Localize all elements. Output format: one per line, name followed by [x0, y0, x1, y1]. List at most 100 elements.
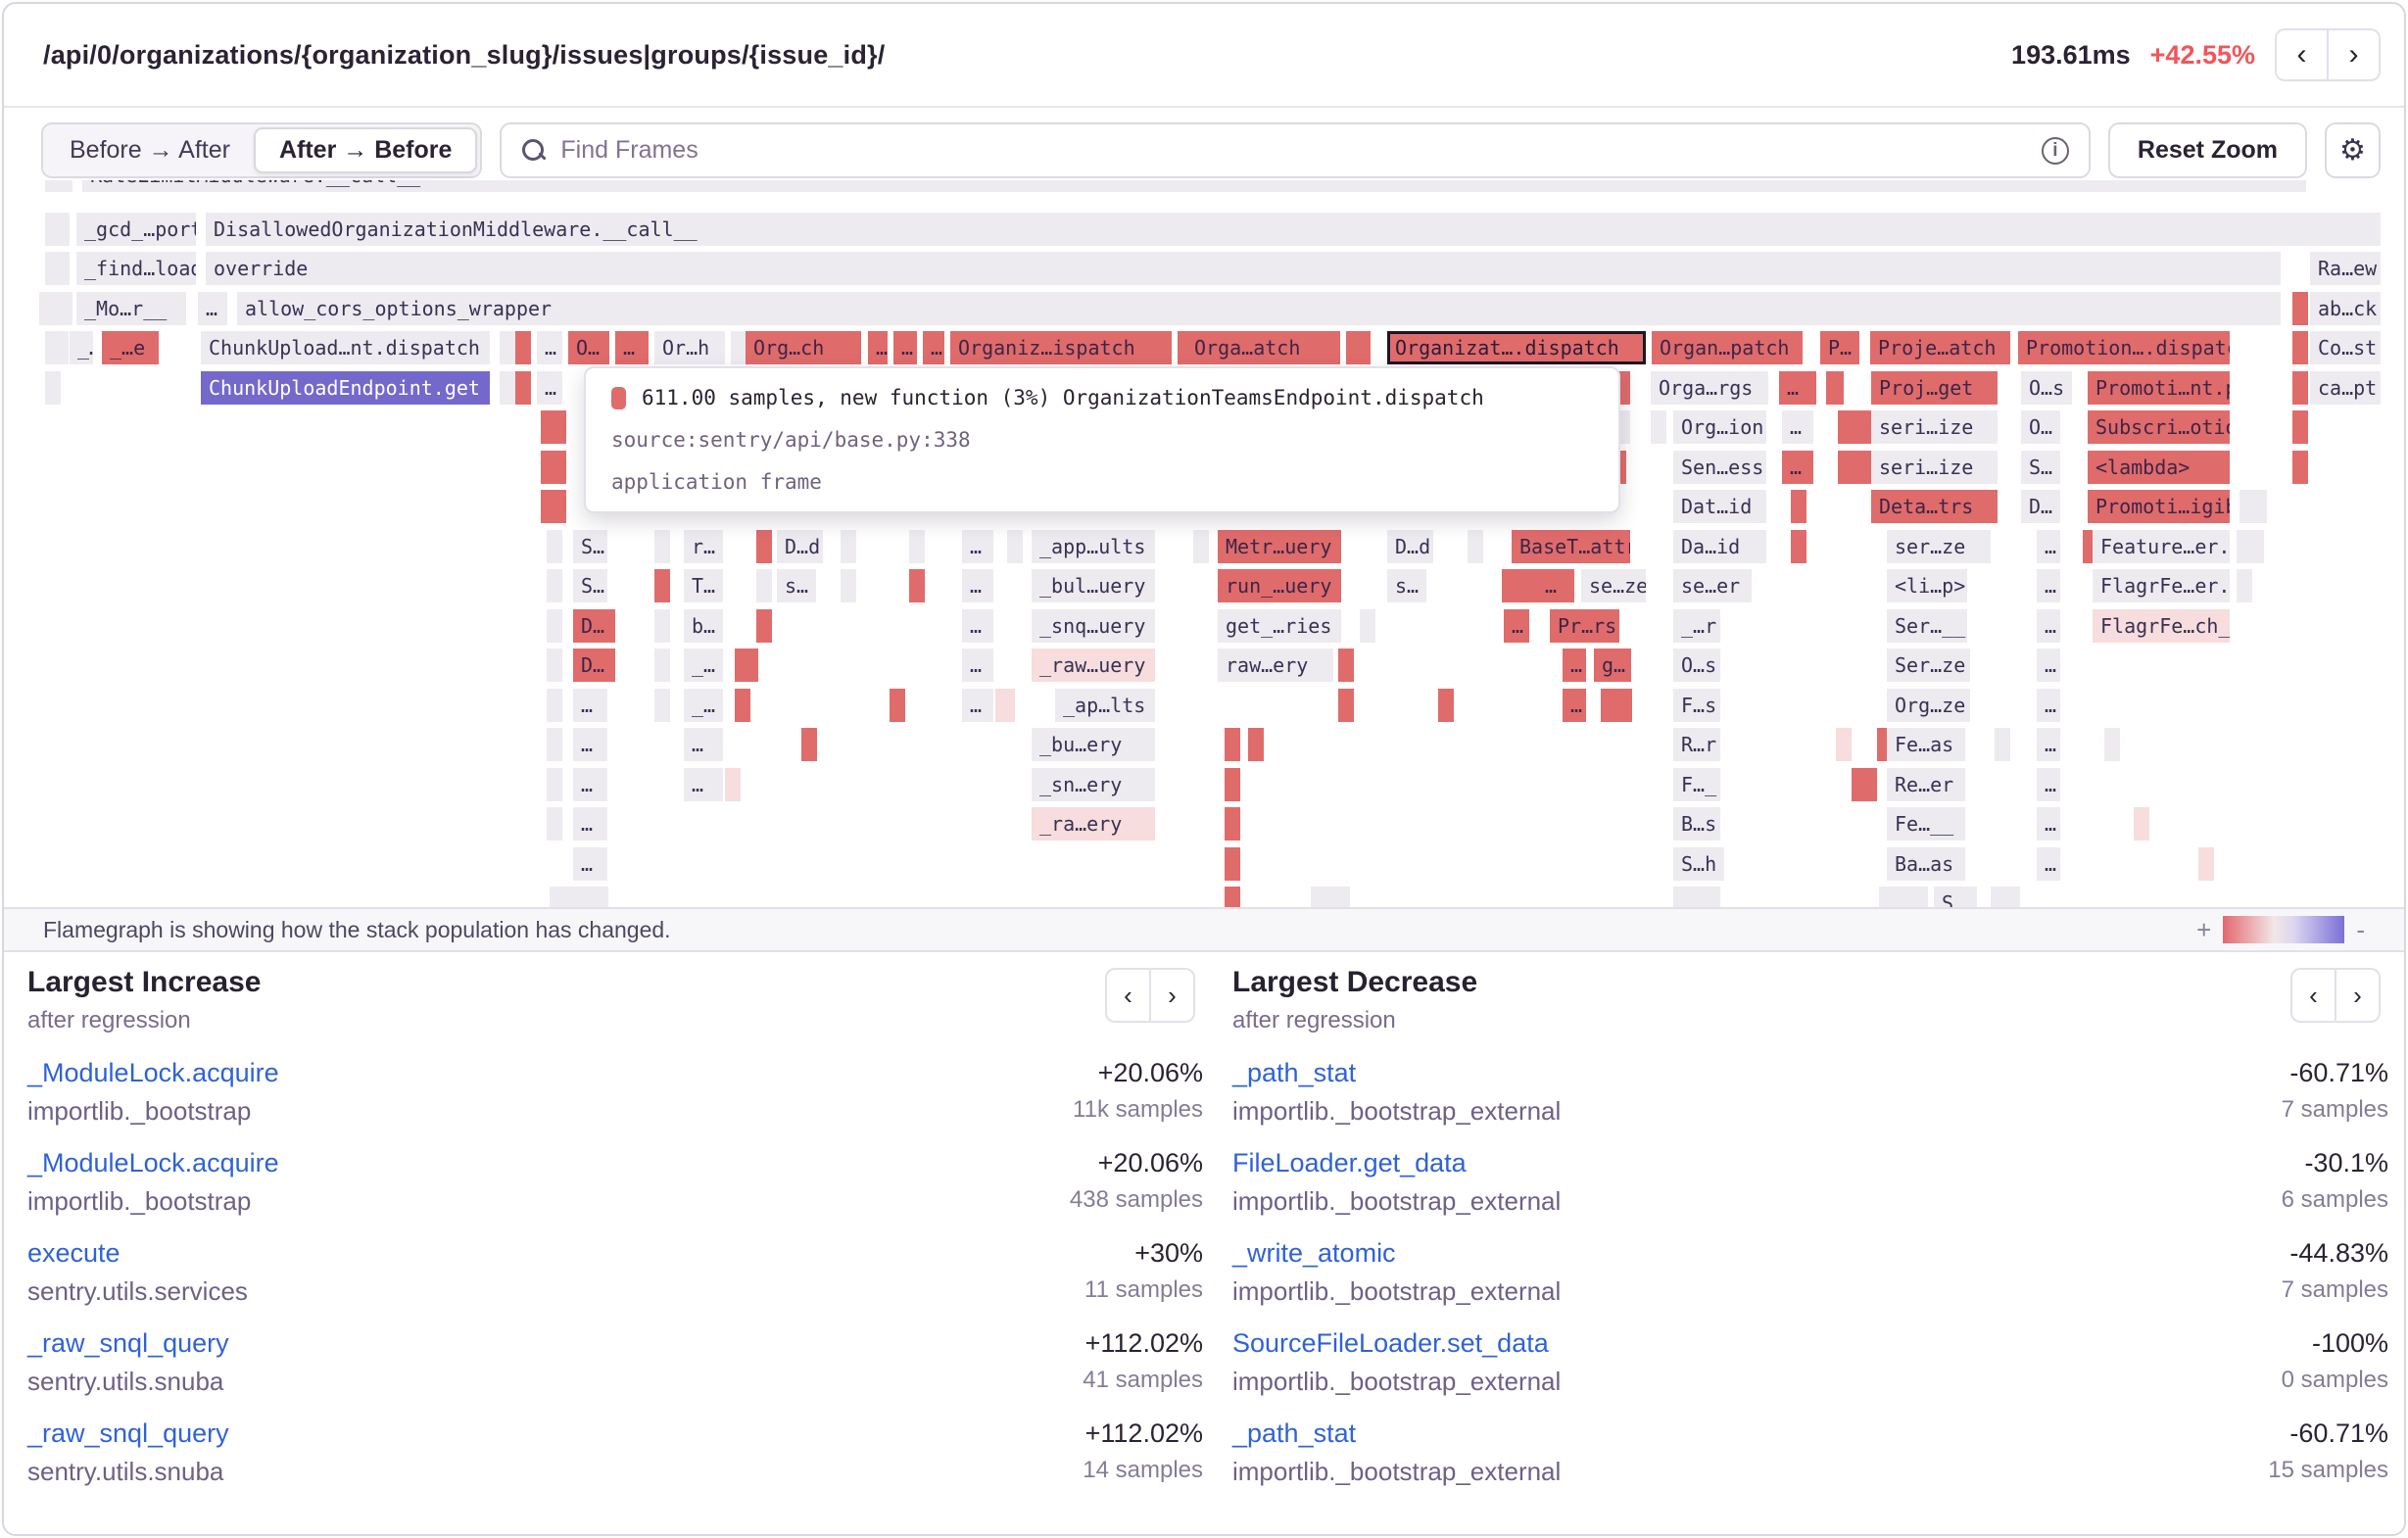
flamegraph-frame[interactable]: …: [2037, 728, 2060, 761]
flamegraph-frame[interactable]: …: [1563, 649, 1586, 682]
flamegraph-frame[interactable]: …: [1504, 609, 1529, 643]
flamegraph-frame[interactable]: Subscri…otions: [2088, 410, 2230, 444]
flamegraph-frame[interactable]: …: [537, 371, 562, 405]
flamegraph-frame[interactable]: D…: [2021, 490, 2060, 523]
flamegraph-frame[interactable]: …: [2037, 569, 2060, 602]
reset-zoom-button[interactable]: Reset Zoom: [2108, 122, 2307, 178]
flamegraph-frame[interactable]: S…: [573, 530, 607, 563]
flamegraph-frame[interactable]: [995, 689, 1015, 722]
flamegraph-frame[interactable]: [1338, 649, 1354, 682]
flamegraph-frame[interactable]: [841, 569, 856, 602]
flamegraph-frame[interactable]: ChunkUploadEndpoint.get: [201, 371, 490, 405]
flamegraph-frame[interactable]: [2248, 530, 2264, 563]
flamegraph-frame[interactable]: _app…ults: [1032, 530, 1155, 563]
flamegraph-frame[interactable]: [1225, 887, 1240, 907]
flamegraph-frame[interactable]: [515, 331, 531, 364]
flamegraph-frame[interactable]: _bu…ery: [1032, 728, 1155, 761]
flamegraph-frame[interactable]: [756, 609, 772, 643]
flamegraph-frame[interactable]: [1791, 530, 1806, 563]
flamegraph-frame[interactable]: BaseT…attrs: [1512, 530, 1630, 563]
flamegraph-frame[interactable]: [2237, 569, 2252, 602]
flamegraph-frame[interactable]: [743, 649, 758, 682]
flamegraph-frame[interactable]: [1311, 887, 1350, 907]
flamegraph-frame[interactable]: Ser…__: [1887, 609, 1967, 643]
flamegraph-frame[interactable]: [725, 768, 741, 801]
flamegraph-frame[interactable]: _raw…uery: [1032, 649, 1155, 682]
flamegraph-frame[interactable]: <lambda>: [2088, 451, 2230, 484]
flamegraph-frame[interactable]: [45, 371, 61, 405]
flamegraph-frame[interactable]: …: [684, 768, 723, 801]
flamegraph-frame[interactable]: [1468, 530, 1483, 563]
flamegraph-frame[interactable]: S…h: [1673, 847, 1724, 881]
flamegraph-frame[interactable]: FlagrFe…ch_has: [2093, 609, 2230, 643]
flamegraph-frame[interactable]: [57, 180, 72, 192]
flamegraph-frame[interactable]: F…_: [1673, 768, 1720, 801]
flamegraph-frame[interactable]: Fe…__: [1887, 807, 1965, 841]
flamegraph-frame[interactable]: [654, 530, 670, 563]
flamegraph-frame[interactable]: Proje…atch: [1870, 331, 2010, 364]
flamegraph-frame[interactable]: Ba…as: [1887, 847, 1965, 881]
flamegraph-frame[interactable]: se…ze: [1581, 569, 1646, 602]
flamegraph-frame[interactable]: …: [2037, 609, 2060, 643]
flamegraph-frame[interactable]: [551, 410, 566, 444]
flamegraph-frame[interactable]: Fe…as: [1887, 728, 1965, 761]
flamegraph-frame[interactable]: Orga…atch: [1186, 331, 1340, 364]
flamegraph-frame[interactable]: [654, 649, 670, 682]
entry-function-link[interactable]: _write_atomic: [1232, 1238, 1396, 1268]
flamegraph-frame[interactable]: …: [1537, 569, 1574, 602]
flamegraph-frame[interactable]: [1007, 530, 1023, 563]
flamegraph-frame[interactable]: RateLimitMiddleware.__call__: [82, 180, 2306, 192]
flamegraph-frame[interactable]: Feature…er.has: [2093, 530, 2230, 563]
flamegraph-frame[interactable]: [1991, 887, 2020, 907]
flamegraph-frame[interactable]: [1651, 410, 1666, 444]
flamegraph-frame[interactable]: [1355, 331, 1371, 364]
flamegraph-frame[interactable]: …: [573, 847, 607, 881]
entry-function-link[interactable]: _raw_snql_query: [27, 1328, 229, 1358]
flamegraph-frame[interactable]: S…: [2021, 451, 2060, 484]
decrease-prev-button[interactable]: ‹: [2290, 968, 2336, 1023]
flamegraph-frame[interactable]: [2292, 331, 2308, 364]
flamegraph-frame[interactable]: [547, 649, 562, 682]
flamegraph-frame[interactable]: …: [198, 292, 227, 325]
flamegraph-frame[interactable]: [801, 728, 817, 761]
flamegraph-frame[interactable]: D…: [573, 649, 615, 682]
flamegraph-frame[interactable]: [2198, 847, 2214, 881]
flamegraph-frame[interactable]: Da…id: [1673, 530, 1766, 563]
flamegraph-frame[interactable]: D…: [573, 609, 615, 643]
flamegraph-frame[interactable]: _…: [684, 689, 723, 722]
flamegraph-frame[interactable]: …: [868, 331, 888, 364]
flamegraph-frame[interactable]: Or…h: [654, 331, 725, 364]
info-icon[interactable]: i: [2042, 137, 2069, 165]
flamegraph-frame[interactable]: [2292, 451, 2308, 484]
flamegraph-frame[interactable]: …: [2037, 689, 2060, 722]
flamegraph-frame[interactable]: [1225, 847, 1240, 881]
flamegraph-frame[interactable]: …: [2037, 807, 2060, 841]
flamegraph-frame[interactable]: [1861, 768, 1877, 801]
flamegraph-frame[interactable]: S…: [573, 569, 607, 602]
flamegraph-frame[interactable]: D…d: [1387, 530, 1433, 563]
increase-next-button[interactable]: ›: [1150, 968, 1195, 1023]
flamegraph-frame[interactable]: ca…pt: [2310, 371, 2381, 405]
flamegraph-frame[interactable]: Org…ion: [1673, 410, 1766, 444]
flamegraph-frame[interactable]: [53, 331, 69, 364]
flamegraph-frame[interactable]: ser…ze: [1887, 530, 1991, 563]
flamegraph-frame[interactable]: s…: [777, 569, 816, 602]
flamegraph-frame[interactable]: …: [893, 331, 917, 364]
flamegraph-frame[interactable]: b…: [684, 609, 723, 643]
flamegraph-frame[interactable]: [1225, 728, 1240, 761]
settings-button[interactable]: ⚙: [2325, 122, 2381, 178]
flamegraph-frame[interactable]: [1193, 530, 1209, 563]
flamegraph-frame[interactable]: O…: [2021, 410, 2060, 444]
flamegraph-frame[interactable]: override: [206, 252, 2281, 285]
flamegraph-frame[interactable]: _…r: [1673, 609, 1720, 643]
flamegraph-frame[interactable]: Organizat….dispatch: [1387, 331, 1646, 364]
flamegraph-frame[interactable]: …: [923, 331, 944, 364]
flamegraph-frame[interactable]: Orga…rgs: [1651, 371, 1768, 405]
flamegraph-frame[interactable]: run_…uery: [1218, 569, 1341, 602]
flamegraph-frame[interactable]: …: [2037, 768, 2060, 801]
flamegraph-frame[interactable]: Ra…ew: [2310, 252, 2381, 285]
flamegraph-frame[interactable]: [1601, 689, 1616, 722]
flamegraph-frame[interactable]: …: [573, 689, 607, 722]
flamegraph-frame[interactable]: [547, 689, 562, 722]
flamegraph-frame[interactable]: _bul…uery: [1032, 569, 1155, 602]
